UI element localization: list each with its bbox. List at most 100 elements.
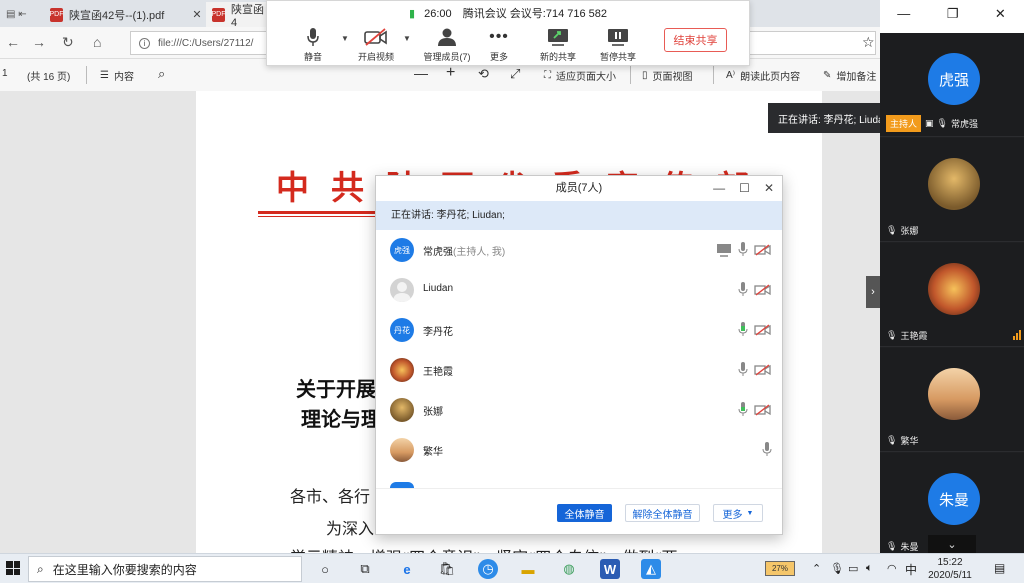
minimize-icon[interactable]: — bbox=[897, 6, 910, 21]
system-clock[interactable]: 15:22 2020/5/11 bbox=[925, 556, 975, 582]
mic-icon[interactable]: 🎙︎ bbox=[830, 562, 844, 575]
mic-icon[interactable] bbox=[738, 242, 748, 257]
participant-tile[interactable]: 朱曼 🎙︎ 朱曼 ⌄ bbox=[880, 453, 1024, 557]
back-icon[interactable]: ← bbox=[6, 34, 20, 50]
battery-icon[interactable]: ▭ bbox=[848, 562, 858, 575]
member-row[interactable]: 王艳霞 bbox=[376, 350, 782, 390]
video-off-icon[interactable] bbox=[754, 323, 772, 336]
more-dots-icon: ••• bbox=[489, 28, 509, 45]
more-options-button[interactable]: 更多 ▼ bbox=[713, 504, 763, 522]
participant-name: 张娜 bbox=[900, 226, 919, 236]
tencent-meeting-icon[interactable]: ◭ bbox=[641, 559, 661, 579]
restore-icon[interactable]: ❐ bbox=[947, 6, 959, 22]
mic-icon[interactable] bbox=[738, 282, 748, 297]
favorite-star-icon[interactable]: ☆ bbox=[862, 34, 875, 51]
cortana-icon[interactable]: ○ bbox=[315, 559, 335, 579]
member-row[interactable]: 张娜 bbox=[376, 390, 782, 430]
pdf-file-icon: PDF bbox=[50, 7, 64, 22]
taskbar-search[interactable]: ⌕ 在这里输入你要搜索的内容 bbox=[28, 556, 302, 582]
new-share-button[interactable]: 新的共享 bbox=[529, 25, 587, 63]
participant-tile[interactable]: 🎙︎ 繁华 bbox=[880, 348, 1024, 452]
fullscreen-icon[interactable]: ⤢ bbox=[510, 66, 520, 82]
close-icon[interactable]: ✕ bbox=[764, 181, 774, 195]
member-row[interactable]: 丹花 李丹花 bbox=[376, 310, 782, 350]
manage-members-button[interactable]: 管理成员(7) bbox=[417, 25, 477, 63]
rotate-icon[interactable]: ⟲ bbox=[478, 66, 489, 82]
windows-start-icon[interactable] bbox=[6, 561, 20, 575]
mic-active-icon[interactable] bbox=[738, 402, 748, 417]
zoom-in-icon[interactable]: + bbox=[446, 64, 455, 82]
mic-active-icon[interactable] bbox=[738, 322, 748, 337]
video-options-chevron-icon[interactable]: ▼ bbox=[403, 34, 411, 43]
minimize-icon[interactable]: — bbox=[713, 181, 725, 195]
refresh-icon[interactable]: ↻ bbox=[62, 34, 74, 51]
edge-browser-icon[interactable]: e bbox=[397, 559, 417, 579]
participant-name-bar: 🎙︎ 张娜 bbox=[886, 224, 918, 237]
ime-indicator[interactable]: 中 bbox=[905, 561, 917, 578]
tab-actions-icon[interactable]: ▤ ⇤ bbox=[6, 9, 27, 20]
video-off-icon[interactable] bbox=[754, 243, 772, 256]
participant-name: 朱曼 bbox=[900, 542, 919, 552]
task-view-icon[interactable]: ⧉ bbox=[355, 559, 375, 579]
participant-tile[interactable]: 虎强 主持人 ▣ 🎙︎ 常虎强 bbox=[880, 33, 1024, 137]
mic-icon[interactable] bbox=[762, 442, 772, 457]
member-status-icons bbox=[762, 442, 772, 457]
mic-icon[interactable] bbox=[738, 362, 748, 377]
member-row[interactable]: 繁华 bbox=[376, 430, 782, 470]
page-number-input[interactable]: 1 bbox=[2, 68, 8, 79]
read-aloud-button[interactable]: A⁾ 朗读此页内容 bbox=[726, 68, 800, 83]
annotate-button[interactable]: ✎ 增加备注 bbox=[823, 68, 876, 83]
maximize-icon[interactable]: ☐ bbox=[739, 181, 750, 195]
member-row[interactable]: Liudan bbox=[376, 270, 782, 310]
video-off-icon[interactable] bbox=[754, 283, 772, 296]
member-row[interactable]: 虎强 常虎强(主持人, 我) bbox=[376, 230, 782, 270]
meeting-id-label: 会议号: bbox=[509, 8, 546, 20]
show-hidden-icons-chevron-icon[interactable]: ⌃ bbox=[812, 562, 821, 575]
video-off-icon[interactable] bbox=[754, 363, 772, 376]
word-icon[interactable]: W bbox=[600, 559, 620, 579]
member-name: 繁华 bbox=[423, 447, 443, 458]
members-dialog: 成员(7人) — ☐ ✕ 正在讲话: 李丹花; Liudan; 虎强 常虎强(主… bbox=[375, 175, 783, 535]
collapse-chevron-icon[interactable]: ⌄ bbox=[928, 535, 976, 553]
participant-tile[interactable]: 🎙︎ 王艳霞 bbox=[880, 243, 1024, 347]
clock-app-icon[interactable]: ◷ bbox=[478, 559, 498, 579]
search-icon[interactable]: ⌕ bbox=[158, 66, 165, 82]
file-explorer-icon[interactable]: ▬ bbox=[518, 559, 538, 579]
end-share-button[interactable]: 结束共享 bbox=[664, 28, 727, 52]
volume-icon[interactable]: 🔈︎ bbox=[866, 562, 873, 575]
globe-app-icon[interactable]: ◍ bbox=[559, 559, 579, 579]
fit-page-button[interactable]: ⛶ 适应页面大小 bbox=[544, 68, 616, 83]
store-icon[interactable]: 🛍︎ bbox=[437, 559, 457, 579]
url-field-right[interactable] bbox=[728, 31, 876, 55]
chevron-down-icon: ▼ bbox=[746, 509, 754, 517]
video-off-icon[interactable] bbox=[754, 403, 772, 416]
avatar: 虎强 bbox=[928, 53, 980, 105]
tab-icons[interactable]: ▤ ⇤ bbox=[0, 2, 40, 27]
mute-button[interactable]: 静音 bbox=[284, 25, 342, 63]
zoom-out-icon[interactable]: — bbox=[414, 65, 428, 81]
url-field[interactable]: i file:///C:/Users/27112/ bbox=[130, 31, 270, 55]
home-icon[interactable]: ⌂ bbox=[93, 34, 101, 50]
battery-indicator[interactable]: 27% bbox=[765, 561, 795, 576]
notification-icon[interactable]: ▤ bbox=[994, 561, 1005, 575]
mute-all-button[interactable]: 全体静音 bbox=[557, 504, 612, 522]
tab-pdf-1[interactable]: PDF 陕宣函42号--(1).pdf ✕ bbox=[44, 2, 204, 27]
video-button[interactable]: 开启视频 bbox=[347, 25, 405, 63]
pen-icon: ✎ bbox=[823, 70, 832, 81]
toc-button[interactable]: ☰ 内容 bbox=[100, 68, 134, 83]
info-icon[interactable]: i bbox=[139, 37, 150, 49]
tab-pdf-2[interactable]: PDF 陕宣函4 bbox=[206, 2, 268, 29]
forward-icon[interactable]: → bbox=[32, 34, 46, 50]
tab-label: 陕宣函42号--(1).pdf bbox=[69, 9, 165, 22]
close-tab-icon[interactable]: ✕ bbox=[192, 8, 201, 21]
sharing-screen-icon bbox=[717, 243, 731, 257]
participant-name: 繁华 bbox=[900, 436, 919, 446]
wifi-icon[interactable]: ◠ bbox=[887, 562, 897, 575]
unmute-all-button[interactable]: 解除全体静音 bbox=[625, 504, 700, 522]
page-view-button[interactable]: ▯ 页面视图 bbox=[642, 68, 693, 83]
more-button[interactable]: ••• 更多 bbox=[470, 25, 528, 63]
participant-tile[interactable]: 🎙︎ 张娜 bbox=[880, 138, 1024, 242]
panel-toggle-chevron-icon[interactable]: › bbox=[866, 276, 880, 308]
pause-share-button[interactable]: 暂停共享 bbox=[589, 25, 647, 63]
close-window-icon[interactable]: ✕ bbox=[995, 6, 1006, 22]
